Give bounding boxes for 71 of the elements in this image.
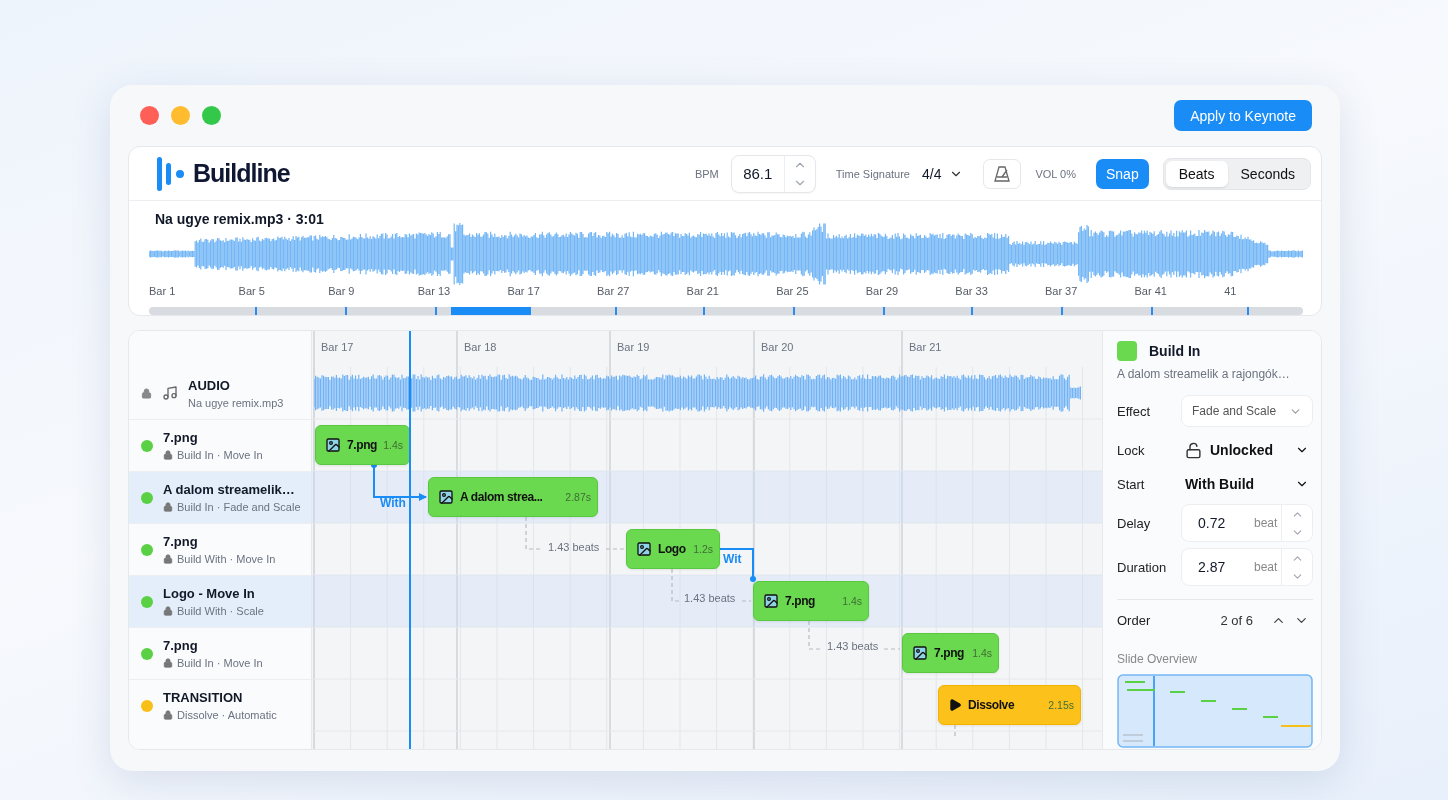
app-name: Buildline [193, 159, 290, 188]
number-field[interactable]: 2.87 beat [1181, 548, 1313, 586]
link-label: 1.43 beats [827, 640, 879, 652]
track-row[interactable]: 7.png Build In · Move In [129, 627, 311, 679]
field-label: Start [1117, 476, 1146, 492]
track-detail: Dissolve · Automatic [177, 709, 277, 721]
field-label: Effect [1117, 403, 1151, 419]
volume-label: VOL 0% [1035, 167, 1076, 180]
effect-select[interactable]: Fade and Scale [1181, 395, 1313, 427]
bar-label: Bar 18 [464, 341, 497, 353]
link-label: 1.43 beats [684, 592, 736, 604]
track-name: 7.png [163, 534, 199, 549]
bar-label: 41 [1224, 285, 1238, 297]
bar-label: Bar 5 [238, 285, 266, 297]
bar-label: Bar 17 [321, 341, 354, 353]
field-label: Lock [1117, 442, 1146, 458]
track-name: AUDIO [188, 377, 231, 393]
transition-clip[interactable]: Dissolve 2.15s [938, 685, 1081, 725]
section-title: Slide Overview [1117, 652, 1199, 666]
start-select[interactable]: With Build [1181, 470, 1313, 498]
track-detail: Build With · Scale [177, 605, 264, 617]
unit-tab[interactable]: Seconds [1227, 160, 1308, 187]
unit-tab[interactable]: Beats [1165, 160, 1228, 187]
track-row[interactable]: Logo - Move In Build With · Scale [129, 575, 311, 627]
bar-label: Bar 25 [776, 285, 810, 297]
bar-label: Bar 33 [955, 285, 989, 297]
track-detail: Build In · Move In [177, 657, 263, 669]
field-label: Duration [1117, 559, 1168, 575]
track-row[interactable]: A dalom streamelik… Build In · Fade and Scale [129, 471, 311, 523]
bar-label: Bar 9 [328, 285, 356, 297]
time-signature-label: Time Signature [835, 167, 910, 180]
bar-label: Bar 21 [909, 341, 942, 353]
build-clip[interactable]: 7.png 1.4s [753, 581, 869, 621]
link-label: With [380, 496, 406, 510]
track-name: Logo - Move In [163, 586, 256, 601]
build-clip[interactable]: Logo 1.2s [626, 529, 720, 569]
track-detail: Build In · Fade and Scale [177, 501, 301, 513]
time-signature-value[interactable]: 4/4 [921, 165, 942, 182]
bar-label: Bar 13 [417, 285, 452, 297]
order-value: 2 of 6 [1220, 612, 1253, 628]
bar-label: Bar 37 [1044, 285, 1079, 297]
link-label: 1.43 beats [548, 541, 600, 553]
bar-label: Bar 17 [507, 285, 541, 297]
link-label: Wit [723, 552, 742, 566]
track-file: Na ugye remix.mp3 [188, 396, 284, 409]
inspector-title: Build In [1149, 343, 1201, 359]
bpm-label: BPM [694, 167, 719, 180]
number-field[interactable]: 0.72 beat [1181, 504, 1313, 542]
inspector-subtitle: A dalom streamelik a rajongók… [1117, 367, 1291, 381]
bpm-field[interactable]: 86.1 [730, 154, 816, 193]
track-row[interactable]: TRANSITION Dissolve · Automatic [129, 679, 311, 731]
track-name: A dalom streamelik… [163, 482, 296, 497]
track-detail: Build In · Move In [177, 449, 263, 461]
track-name: 7.png [163, 430, 199, 445]
bar-label: Bar 41 [1134, 285, 1168, 297]
lock-select[interactable]: Unlocked [1181, 436, 1313, 464]
build-clip[interactable]: 7.png 1.4s [315, 425, 410, 465]
bar-label: Bar 21 [686, 285, 720, 297]
bar-label: Bar 19 [617, 341, 650, 353]
bar-label: Bar 1 [149, 285, 177, 297]
field-label: Delay [1117, 515, 1152, 531]
bar-label: Bar 20 [761, 341, 794, 353]
audio-title: Na ugye remix.mp3 · 3:01 [155, 211, 325, 227]
bar-label: Bar 29 [865, 285, 900, 297]
track-name: TRANSITION [163, 690, 244, 705]
build-clip[interactable]: 7.png 1.4s [902, 633, 999, 673]
bar-label: Bar 27 [596, 285, 631, 297]
track-name: 7.png [163, 638, 199, 653]
build-clip[interactable]: A dalom strea... 2.87s [428, 477, 598, 517]
track-detail: Build With · Move In [177, 553, 276, 565]
field-label: Order [1117, 612, 1152, 628]
